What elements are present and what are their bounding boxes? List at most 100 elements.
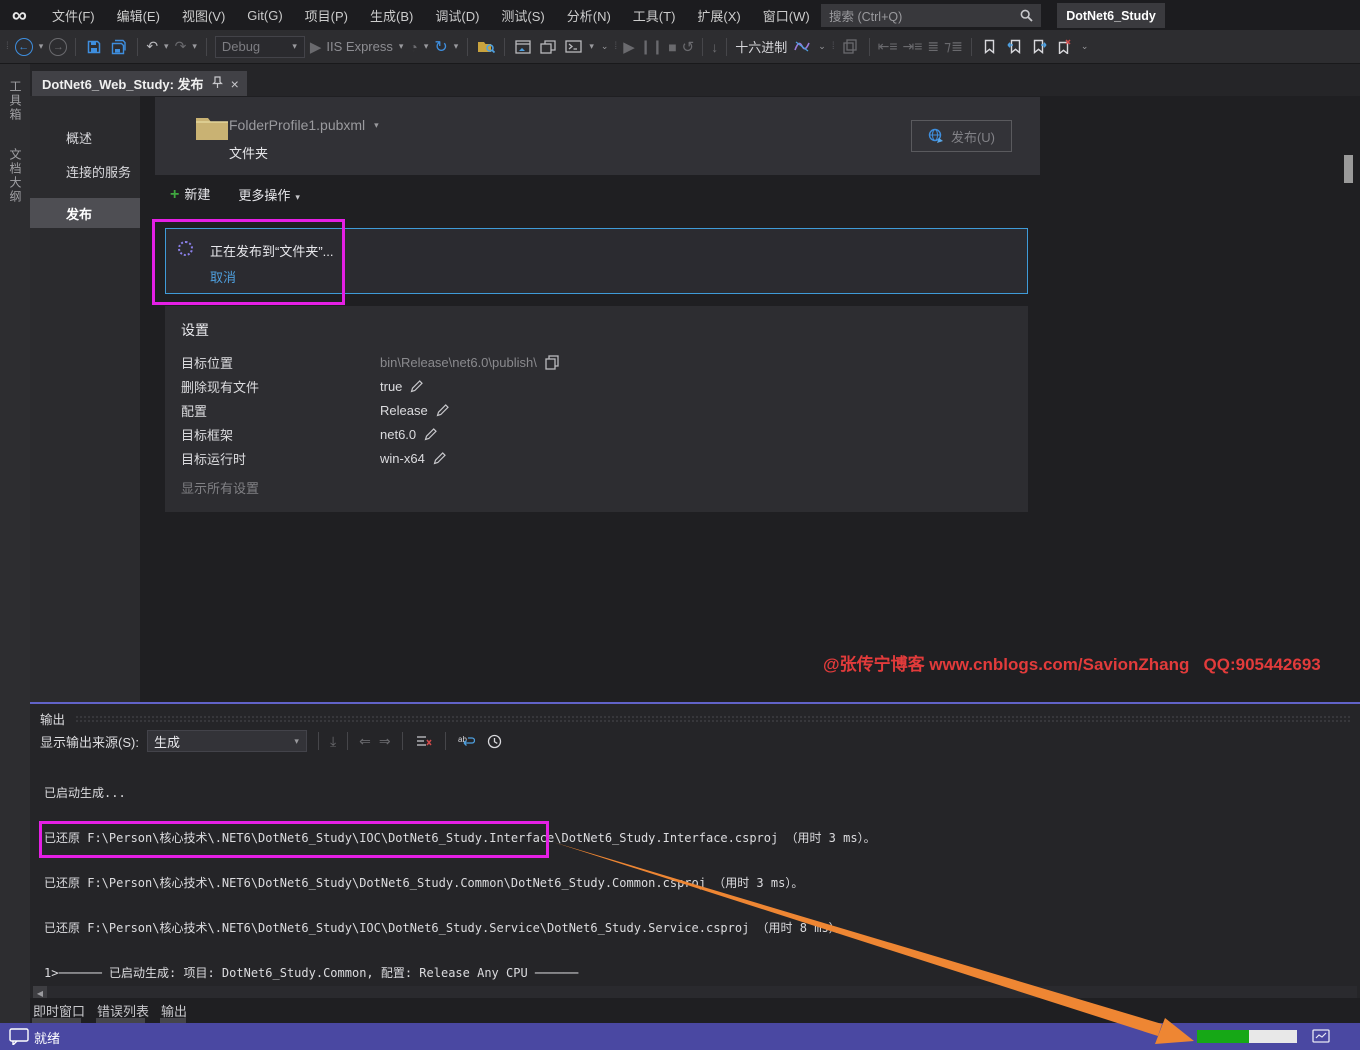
undo-dropdown[interactable]: ▾ xyxy=(164,41,169,52)
word-wrap-icon[interactable]: ab xyxy=(457,731,477,751)
toolbox-rail-tab[interactable]: 工具箱 xyxy=(7,70,24,132)
toolbar-overflow[interactable]: ⌄ xyxy=(818,41,826,52)
redo-dropdown[interactable]: ▾ xyxy=(192,41,197,52)
menu-tools[interactable]: 工具(T) xyxy=(622,0,687,30)
show-all-settings-link[interactable]: 显示所有设置 xyxy=(181,478,259,497)
cancel-publish-link[interactable]: 取消 xyxy=(210,267,236,286)
menu-test[interactable]: 测试(S) xyxy=(490,0,555,30)
timestamp-icon[interactable] xyxy=(485,731,505,751)
undo-icon[interactable]: ↶ xyxy=(146,38,158,55)
copy-parallel-icon[interactable] xyxy=(841,37,861,57)
toolbar-grip[interactable]: ⁞ xyxy=(832,41,833,52)
publish-profile-select[interactable]: FolderProfile1.pubxml ▾ xyxy=(229,117,380,133)
menu-file[interactable]: 文件(F) xyxy=(41,0,106,30)
restart-icon[interactable]: ↺ xyxy=(682,38,695,56)
solution-configuration-select[interactable]: Debug ▾ xyxy=(215,36,305,58)
redo-icon[interactable]: ↷ xyxy=(175,38,187,55)
uncomment-icon[interactable]: ⁊≣ xyxy=(944,38,963,55)
next-bookmark-icon[interactable] xyxy=(1030,37,1050,57)
menu-project[interactable]: 项目(P) xyxy=(294,0,359,30)
pin-tab-icon[interactable] xyxy=(212,76,223,92)
publish-status-icon[interactable] xyxy=(1312,1029,1330,1046)
step-into-icon[interactable]: ↓ xyxy=(711,39,718,55)
comment-icon[interactable]: ≣ xyxy=(927,38,939,55)
panel-drag-handle[interactable] xyxy=(75,715,1350,723)
increase-indent-icon[interactable]: ⇥≡ xyxy=(903,38,923,55)
save-icon[interactable] xyxy=(84,37,104,57)
run-profile-dropdown[interactable]: ▾ xyxy=(399,41,404,52)
close-tab-icon[interactable]: × xyxy=(231,76,239,92)
clear-bookmarks-icon[interactable] xyxy=(1055,37,1075,57)
setting-label: 目标位置 xyxy=(181,353,380,372)
toggle-bookmark-icon[interactable] xyxy=(980,37,1000,57)
split-window-icon[interactable] xyxy=(538,37,558,57)
publish-settings-panel: 设置 目标位置 bin\Release\net6.0\publish\ 删除现有… xyxy=(165,306,1028,512)
navigate-back-dropdown[interactable]: ▾ xyxy=(39,41,44,52)
navigate-forward-icon[interactable]: → xyxy=(49,38,67,56)
home-window-icon[interactable] xyxy=(513,37,533,57)
publish-document-tab[interactable]: DotNet6_Web_Study: 发布 × xyxy=(32,71,247,96)
folder-icon xyxy=(195,114,229,146)
menu-debug[interactable]: 调试(D) xyxy=(424,0,490,30)
find-in-files-icon[interactable] xyxy=(476,37,496,57)
start-debug-icon[interactable]: ▶ xyxy=(310,38,322,56)
copy-icon[interactable] xyxy=(545,355,559,370)
previous-message-icon[interactable]: ⇐ xyxy=(359,733,371,750)
toolbar-overflow[interactable]: ⌄ xyxy=(601,41,609,52)
solution-name-badge[interactable]: DotNet6_Study xyxy=(1057,3,1165,28)
toolbar-overflow[interactable]: ⌄ xyxy=(1081,41,1089,52)
save-all-icon[interactable] xyxy=(109,37,129,57)
menu-analyze[interactable]: 分析(N) xyxy=(556,0,622,30)
status-bar: 就绪 xyxy=(0,1023,1360,1050)
publish-button[interactable]: 发布(U) xyxy=(911,120,1012,152)
publish-profile-header: FolderProfile1.pubxml ▾ 文件夹 发布(U) xyxy=(155,97,1040,175)
clear-all-icon[interactable] xyxy=(414,731,434,751)
toolbar-grip[interactable]: ⁞ xyxy=(6,41,7,52)
next-message-icon[interactable]: ⇒ xyxy=(379,733,391,750)
menu-view[interactable]: 视图(V) xyxy=(171,0,236,30)
output-line: 已启动生成... xyxy=(44,786,876,801)
navigate-back-icon[interactable]: ← xyxy=(15,38,33,56)
terminal-icon[interactable] xyxy=(563,37,583,57)
output-line: 1>────── 已启动生成: 项目: DotNet6_Study.Common… xyxy=(44,966,876,981)
bottom-tool-tabs: 即时窗口 错误列表 输出 xyxy=(30,998,1360,1023)
quick-search-input[interactable]: 搜索 (Ctrl+Q) xyxy=(821,4,1041,27)
new-profile-button[interactable]: +新建 xyxy=(170,184,210,204)
publish-progress-message: 正在发布到“文件夹”... xyxy=(210,241,334,260)
edit-pencil-icon[interactable] xyxy=(433,451,447,465)
decrease-indent-icon[interactable]: ⇤≡ xyxy=(878,38,898,55)
document-outline-rail-tab[interactable]: 文档大纲 xyxy=(7,138,24,214)
menu-build[interactable]: 生成(B) xyxy=(359,0,424,30)
refresh-dropdown[interactable]: ▾ xyxy=(454,41,459,52)
goto-message-icon[interactable]: ⤓ xyxy=(330,733,336,750)
toolbar-grip[interactable]: ⁞ xyxy=(614,41,615,52)
parallel-watch-icon[interactable] xyxy=(792,37,812,57)
sidebar-item-overview[interactable]: 概述 xyxy=(30,122,140,152)
sidebar-item-connected-services[interactable]: 连接的服务 xyxy=(30,156,140,186)
search-icon xyxy=(1020,9,1033,22)
hex-display-toggle[interactable]: 十六进制 xyxy=(735,37,787,56)
edit-pencil-icon[interactable] xyxy=(424,427,438,441)
build-progress-fill xyxy=(1197,1030,1249,1043)
menu-window[interactable]: 窗口(W) xyxy=(752,0,821,30)
profiler-dropdown[interactable]: ▾ xyxy=(424,41,429,52)
stop-icon[interactable]: ■ xyxy=(668,39,676,55)
menu-edit[interactable]: 编辑(E) xyxy=(106,0,171,30)
continue-icon[interactable]: ▶ xyxy=(623,38,635,56)
pause-icon[interactable]: ❙❙ xyxy=(640,38,663,55)
vertical-scrollbar-thumb[interactable] xyxy=(1344,155,1353,183)
profiler-icon[interactable]: ◔ xyxy=(409,39,417,55)
run-profile-label[interactable]: IIS Express xyxy=(326,39,392,54)
feedback-icon[interactable] xyxy=(9,1028,29,1048)
output-source-select[interactable]: 生成 ▾ xyxy=(147,730,307,752)
edit-pencil-icon[interactable] xyxy=(436,403,450,417)
refresh-icon[interactable]: ↻ xyxy=(434,37,447,57)
previous-bookmark-icon[interactable] xyxy=(1005,37,1025,57)
menu-extensions[interactable]: 扩展(X) xyxy=(686,0,751,30)
menu-git[interactable]: Git(G) xyxy=(236,0,293,30)
edit-pencil-icon[interactable] xyxy=(410,379,424,393)
more-actions-button[interactable]: 更多操作▾ xyxy=(238,185,300,204)
setting-value: Release xyxy=(380,403,428,418)
sidebar-item-publish[interactable]: 发布 xyxy=(30,198,140,228)
terminal-dropdown[interactable]: ▾ xyxy=(589,41,594,52)
